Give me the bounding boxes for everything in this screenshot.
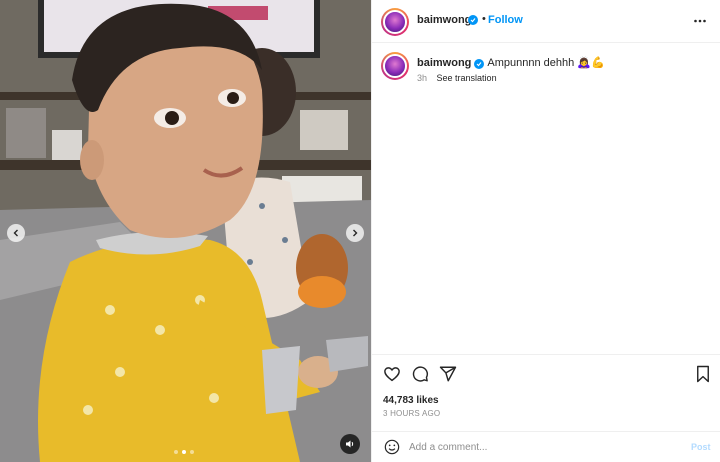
smiley-icon[interactable]	[384, 439, 400, 455]
audio-toggle-button[interactable]	[340, 434, 360, 454]
caption-avatar[interactable]	[381, 52, 409, 80]
header-username[interactable]: baimwong	[417, 14, 471, 26]
paper-plane-icon[interactable]	[439, 365, 457, 383]
header-separator: •	[482, 13, 486, 25]
caption-meta: 3h See translation	[417, 73, 497, 83]
carousel-dot	[190, 450, 194, 454]
verified-badge-icon	[474, 59, 485, 69]
chevron-left-icon	[13, 229, 18, 237]
carousel-dot	[174, 450, 178, 454]
caption-line: baimwong Ampunnnn dehhh 🙇‍♀️💪	[417, 56, 605, 69]
follow-button[interactable]: Follow	[488, 14, 523, 26]
post-side-panel: baimwong • Follow baimwong Ampunnnn dehhh…	[371, 0, 720, 462]
caption-text: Ampunnnn dehhh 🙇‍♀️💪	[487, 57, 605, 69]
see-translation-link[interactable]: See translation	[437, 73, 497, 83]
caption-time: 3h	[417, 73, 428, 83]
comment-input[interactable]	[409, 439, 679, 456]
post-media[interactable]	[0, 0, 371, 462]
speaker-icon	[346, 440, 354, 448]
likes-count[interactable]: 44,783 likes	[383, 395, 439, 406]
post-photo	[0, 0, 371, 462]
post-actions: 44,783 likes 3 HOURS AGO	[372, 354, 720, 432]
carousel-dot-active	[182, 450, 186, 454]
comment-icon[interactable]	[411, 365, 429, 383]
chevron-right-icon	[353, 229, 358, 237]
comment-bar: Post	[372, 431, 720, 462]
carousel-next-button[interactable]	[346, 224, 364, 242]
caption-username[interactable]: baimwong	[417, 57, 471, 69]
carousel-indicator	[174, 450, 194, 454]
heart-icon[interactable]	[383, 365, 401, 383]
more-horizontal-icon[interactable]	[693, 14, 707, 28]
post-timestamp: 3 HOURS AGO	[383, 409, 441, 418]
verified-badge-icon	[468, 15, 478, 25]
bookmark-icon[interactable]	[695, 365, 711, 383]
carousel-prev-button[interactable]	[7, 224, 25, 242]
post-header: baimwong • Follow	[372, 0, 720, 43]
avatar[interactable]	[381, 8, 409, 36]
post-comment-button[interactable]: Post	[691, 442, 711, 452]
